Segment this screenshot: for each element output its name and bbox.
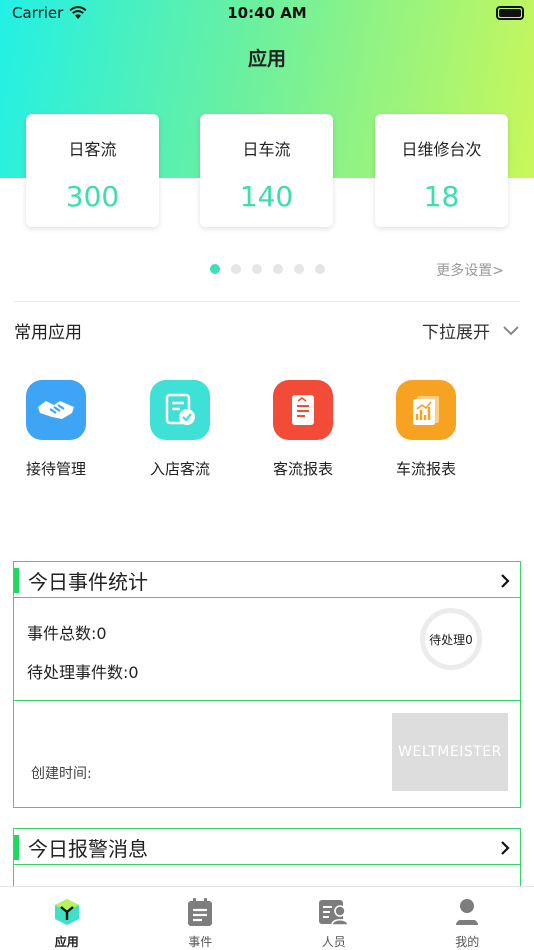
- events-summary: 事件总数:0 待处理事件数:0 待处理0: [14, 598, 520, 701]
- alarm-panel-title: 今日报警消息: [28, 837, 148, 861]
- stat-label: 日客流: [68, 140, 117, 159]
- app-label: 车流报表: [395, 460, 456, 478]
- tab-mine[interactable]: 我的: [401, 887, 534, 950]
- chevron-right-icon: [501, 574, 510, 588]
- alarm-panel-header[interactable]: 今日报警消息: [14, 829, 520, 865]
- tab-bar: 应用 事件 人员 我的: [0, 886, 534, 950]
- tab-label: 应用: [54, 935, 79, 949]
- tab-events[interactable]: 事件: [134, 887, 268, 950]
- expand-toggle[interactable]: 下拉展开: [422, 318, 520, 343]
- events-panel-header[interactable]: 今日事件统计: [14, 562, 520, 598]
- tab-apps[interactable]: 应用: [0, 887, 134, 950]
- status-time: 10:40 AM: [227, 4, 307, 22]
- stat-label: 日维修台次: [401, 140, 482, 159]
- stat-value: 18: [423, 180, 460, 213]
- common-apps-title: 常用应用: [14, 323, 82, 343]
- app-vehicle-report[interactable]: 车流报表: [376, 380, 476, 479]
- carousel-dot[interactable]: [252, 264, 262, 274]
- carousel-dot[interactable]: [210, 264, 220, 274]
- document-check-icon: [150, 380, 210, 440]
- person-card-icon: [318, 900, 349, 926]
- stat-value: 300: [65, 180, 120, 213]
- tab-label: 事件: [188, 935, 213, 949]
- app-label: 客流报表: [272, 460, 333, 478]
- carousel-dots: [210, 264, 325, 274]
- stat-value: 140: [239, 180, 294, 213]
- carousel-dot[interactable]: [231, 264, 241, 274]
- stat-card-customer-flow[interactable]: 日客流 300: [26, 114, 159, 227]
- events-panel-title: 今日事件统计: [28, 570, 148, 594]
- title-accent-bar: [14, 568, 19, 593]
- app-label: 接待管理: [25, 460, 86, 478]
- app-store-traffic[interactable]: 入店客流: [130, 380, 230, 479]
- tab-label: 我的: [455, 935, 480, 949]
- carousel-dot[interactable]: [294, 264, 304, 274]
- app-reception[interactable]: 接待管理: [6, 380, 106, 479]
- carousel-dot[interactable]: [315, 264, 325, 274]
- events-panel: 今日事件统计 事件总数:0 待处理事件数:0 待处理0 创建时间: WELTME…: [13, 561, 521, 808]
- carousel-dot[interactable]: [273, 264, 283, 274]
- pending-ring-label: 待处理0: [429, 632, 473, 647]
- section-divider: [14, 301, 520, 302]
- chevron-down-icon: [503, 325, 519, 335]
- event-detail[interactable]: 创建时间: WELTMEISTER: [14, 701, 520, 807]
- app-customer-report[interactable]: 客流报表: [253, 380, 353, 479]
- stat-label: 日车流: [242, 140, 291, 159]
- tab-label: 人员: [321, 935, 346, 949]
- status-bar: Carrier 10:40 AM: [0, 0, 534, 26]
- chevron-right-icon: [501, 841, 510, 855]
- created-time-label: 创建时间:: [31, 766, 92, 782]
- stat-card-vehicle-flow[interactable]: 日车流 140: [200, 114, 333, 227]
- more-settings-link[interactable]: 更多设置>: [436, 260, 504, 280]
- event-total: 事件总数:0: [27, 624, 107, 643]
- tab-people[interactable]: 人员: [267, 887, 401, 950]
- chart-report-icon: [396, 380, 456, 440]
- apps-cube-icon: [54, 899, 79, 925]
- handshake-icon: [26, 380, 86, 440]
- event-pending: 待处理事件数:0: [27, 663, 139, 682]
- pending-ring: 待处理0: [420, 608, 482, 670]
- thumbnail-text: WELTMEISTER: [398, 744, 502, 760]
- event-thumbnail[interactable]: WELTMEISTER: [392, 713, 508, 791]
- clipboard-icon: [188, 898, 213, 926]
- app-label: 入店客流: [149, 460, 210, 478]
- report-icon: [273, 380, 333, 440]
- stat-card-repair-count[interactable]: 日维修台次 18: [375, 114, 508, 227]
- user-icon: [456, 899, 479, 925]
- title-accent-bar: [14, 835, 19, 860]
- page-title: 应用: [247, 48, 286, 70]
- expand-label: 下拉展开: [422, 323, 490, 343]
- battery-icon: [496, 6, 524, 20]
